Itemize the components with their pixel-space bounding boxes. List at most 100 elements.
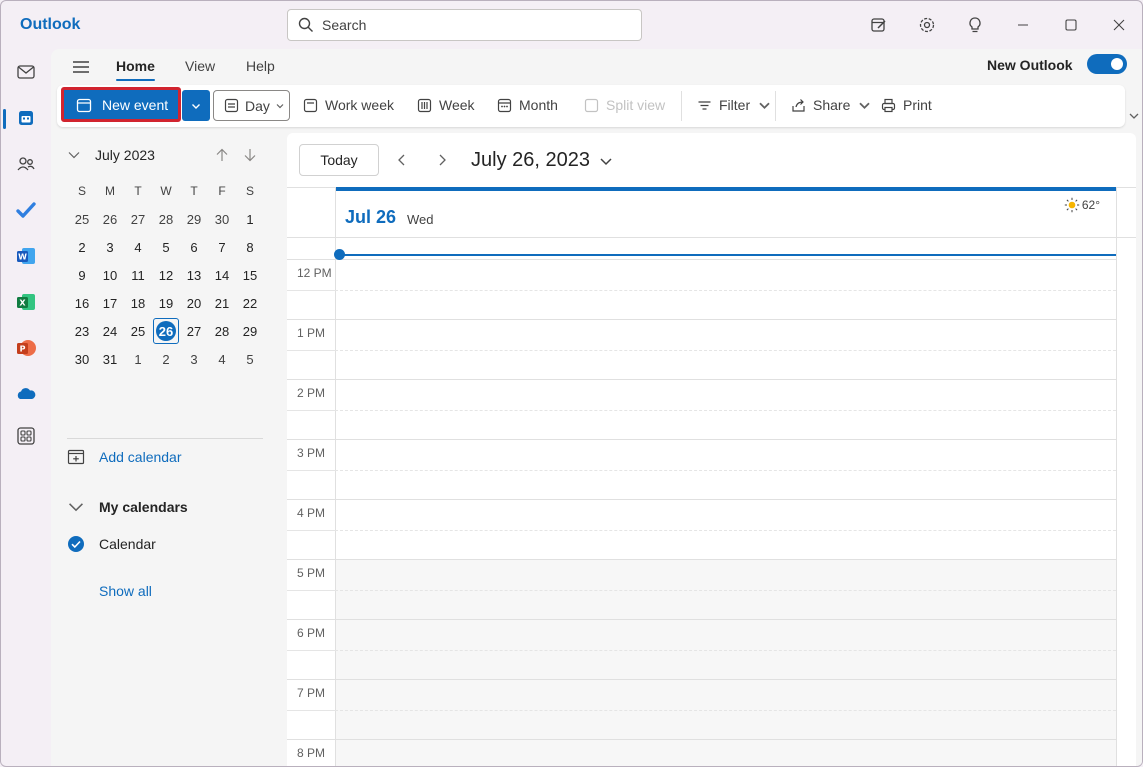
filter-button[interactable]: Filter — [697, 97, 772, 113]
hour-slot[interactable]: 7 PM — [287, 679, 1116, 740]
tab-help[interactable]: Help — [246, 58, 275, 74]
mini-calendar-day[interactable]: 17 — [96, 289, 124, 317]
mini-calendar-day[interactable]: 9 — [68, 261, 96, 289]
search-box[interactable]: Search — [287, 9, 642, 41]
tab-home[interactable]: Home — [116, 58, 155, 81]
print-button[interactable]: Print — [881, 97, 932, 113]
new-outlook-toggle[interactable] — [1087, 54, 1127, 74]
calendar-item[interactable]: Calendar — [67, 535, 156, 553]
mini-calendar-month[interactable]: July 2023 — [95, 147, 155, 163]
my-calendars-group[interactable]: My calendars — [67, 498, 188, 516]
mini-calendar-day[interactable]: 28 — [208, 317, 236, 345]
settings-icon[interactable] — [917, 15, 937, 35]
today-button[interactable]: Today — [299, 144, 379, 176]
checkmark-circle-icon[interactable] — [67, 535, 85, 553]
mini-calendar-day[interactable]: 8 — [236, 233, 264, 261]
add-calendar-link[interactable]: Add calendar — [67, 448, 182, 466]
mini-calendar-day[interactable]: 15 — [236, 261, 264, 289]
mini-calendar-day[interactable]: 11 — [124, 261, 152, 289]
mini-calendar-day[interactable]: 22 — [236, 289, 264, 317]
tips-icon[interactable] — [965, 15, 985, 35]
my-day-icon[interactable] — [869, 15, 889, 35]
new-event-button[interactable]: New event — [61, 87, 181, 122]
mini-calendar-day[interactable]: 1 — [124, 345, 152, 373]
hour-slot[interactable]: 6 PM — [287, 619, 1116, 680]
mini-calendar-day[interactable]: 18 — [124, 289, 152, 317]
mini-calendar-day[interactable]: 12 — [152, 261, 180, 289]
mini-calendar-day[interactable]: 27 — [124, 205, 152, 233]
mini-calendar-day[interactable]: 4 — [124, 233, 152, 261]
weather-indicator[interactable]: 62° — [1064, 197, 1100, 213]
mini-calendar-day[interactable]: 6 — [180, 233, 208, 261]
mail-icon[interactable] — [14, 60, 38, 84]
people-icon[interactable] — [14, 152, 38, 176]
arrow-up-icon[interactable] — [214, 147, 230, 163]
maximize-icon[interactable] — [1061, 15, 1081, 35]
month-button[interactable]: Month — [497, 97, 558, 113]
work-week-button[interactable]: Work week — [303, 97, 394, 113]
mini-calendar-day[interactable]: 16 — [68, 289, 96, 317]
new-event-dropdown[interactable] — [182, 90, 210, 121]
hour-slot[interactable]: 3 PM — [287, 439, 1116, 499]
split-view-button[interactable]: Split view — [584, 97, 665, 113]
close-icon[interactable] — [1109, 15, 1129, 35]
day-view-button[interactable]: Day — [213, 90, 290, 121]
mini-calendar-day[interactable]: 26 — [96, 205, 124, 233]
mini-calendar-day[interactable]: 25 — [68, 205, 96, 233]
chevron-down-icon[interactable] — [67, 148, 81, 162]
minimize-icon[interactable] — [1013, 15, 1033, 35]
mini-calendar-day[interactable]: 5 — [152, 233, 180, 261]
mini-calendar-day[interactable]: 30 — [208, 205, 236, 233]
mini-calendar-day[interactable]: 20 — [180, 289, 208, 317]
onedrive-icon[interactable] — [14, 382, 38, 406]
hour-slot[interactable]: 2 PM — [287, 379, 1116, 439]
mini-calendar-grid: S M T W T F S 25 26 27 28 29 30 1 2 3 4 5 6 7 8 9 10 11 12 13 14 15… — [68, 177, 264, 373]
mini-calendar-day-selected[interactable]: 26 — [152, 317, 180, 345]
mini-calendar-day[interactable]: 29 — [180, 205, 208, 233]
weekday-header: S — [245, 184, 254, 198]
mini-calendar-day[interactable]: 10 — [96, 261, 124, 289]
word-icon[interactable]: W — [14, 244, 38, 268]
mini-calendar-day[interactable]: 5 — [236, 345, 264, 373]
mini-calendar-day[interactable]: 19 — [152, 289, 180, 317]
ribbon-expand-icon[interactable] — [1127, 109, 1141, 123]
mini-calendar-day[interactable]: 24 — [96, 317, 124, 345]
hour-slot[interactable]: 1 PM — [287, 319, 1116, 379]
mini-calendar-day[interactable]: 29 — [236, 317, 264, 345]
mini-calendar-day[interactable]: 27 — [180, 317, 208, 345]
show-all-link[interactable]: Show all — [99, 583, 152, 599]
hour-slot[interactable]: 8 PM — [287, 739, 1116, 766]
hour-slot[interactable]: 4 PM — [287, 499, 1116, 559]
calendar-icon[interactable] — [14, 106, 38, 130]
mini-calendar-day[interactable]: 13 — [180, 261, 208, 289]
mini-calendar-day[interactable]: 2 — [68, 233, 96, 261]
mini-calendar-day[interactable]: 28 — [152, 205, 180, 233]
powerpoint-icon[interactable]: P — [14, 336, 38, 360]
mini-calendar-day[interactable]: 3 — [96, 233, 124, 261]
mini-calendar-day[interactable]: 14 — [208, 261, 236, 289]
mini-calendar-day[interactable]: 2 — [152, 345, 180, 373]
mini-calendar-day[interactable]: 25 — [124, 317, 152, 345]
hamburger-menu-icon[interactable] — [71, 57, 91, 77]
mini-calendar-day[interactable]: 30 — [68, 345, 96, 373]
to-do-icon[interactable] — [14, 198, 38, 222]
day-column-header[interactable]: Jul 26 Wed 62° — [335, 187, 1116, 237]
tab-view[interactable]: View — [185, 58, 215, 74]
hour-slot[interactable]: 12 PM — [287, 259, 1116, 319]
more-apps-icon[interactable] — [14, 424, 38, 448]
mini-calendar-day[interactable]: 21 — [208, 289, 236, 317]
mini-calendar-day[interactable]: 7 — [208, 233, 236, 261]
mini-calendar-day[interactable]: 1 — [236, 205, 264, 233]
excel-icon[interactable]: X — [14, 290, 38, 314]
mini-calendar-day[interactable]: 3 — [180, 345, 208, 373]
mini-calendar-day[interactable]: 4 — [208, 345, 236, 373]
chevron-left-icon[interactable] — [395, 153, 409, 167]
share-button[interactable]: Share — [791, 97, 872, 113]
date-title[interactable]: July 26, 2023 — [471, 149, 614, 172]
arrow-down-icon[interactable] — [242, 147, 258, 163]
hour-slot[interactable]: 5 PM — [287, 559, 1116, 620]
chevron-right-icon[interactable] — [435, 153, 449, 167]
week-button[interactable]: Week — [417, 97, 475, 113]
mini-calendar-day[interactable]: 31 — [96, 345, 124, 373]
mini-calendar-day[interactable]: 23 — [68, 317, 96, 345]
